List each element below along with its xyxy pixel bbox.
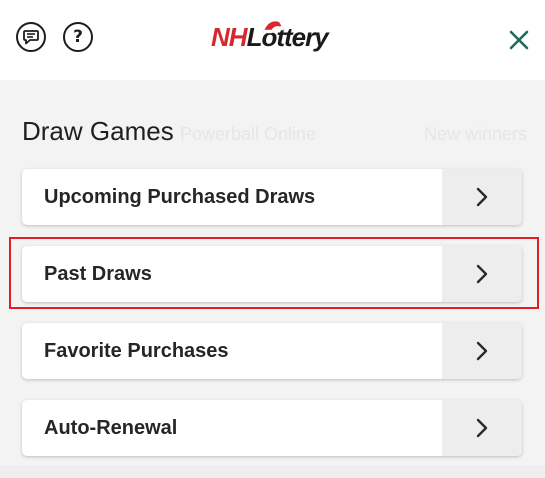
- menu-arrow[interactable]: [442, 323, 522, 379]
- top-bar: ? NHLottery: [0, 0, 545, 80]
- close-icon[interactable]: [506, 27, 532, 53]
- menu-item-favorite-purchases[interactable]: Favorite Purchases: [22, 323, 522, 379]
- background-text-left: Powerball Online: [180, 124, 317, 144]
- chevron-right-icon: [476, 264, 488, 284]
- background-text-right: New winners: [424, 124, 528, 144]
- chevron-right-icon: [476, 341, 488, 361]
- nh-lottery-logo[interactable]: NHLottery: [211, 20, 335, 56]
- help-button[interactable]: ?: [63, 22, 93, 52]
- chat-bubble-icon: [23, 29, 39, 44]
- menu-item-label: Favorite Purchases: [44, 340, 229, 362]
- chevron-right-icon: [476, 187, 488, 207]
- chat-button[interactable]: [16, 22, 46, 52]
- menu-item-upcoming-purchased-draws[interactable]: Upcoming Purchased Draws: [22, 169, 522, 225]
- logo-lottery: Lottery: [246, 22, 329, 52]
- menu-item-past-draws[interactable]: Past Draws: [22, 246, 522, 302]
- menu-item-label: Upcoming Purchased Draws: [44, 186, 316, 208]
- menu-item-label: Auto-Renewal: [44, 417, 178, 439]
- logo-nh: NH: [211, 22, 248, 52]
- menu-item-label: Past Draws: [44, 263, 152, 285]
- menu-arrow[interactable]: [442, 400, 522, 456]
- chevron-right-icon: [476, 418, 488, 438]
- menu-arrow[interactable]: [442, 169, 522, 225]
- menu-arrow[interactable]: [442, 246, 522, 302]
- santa-hat-icon: [262, 21, 285, 34]
- section-title: Draw Games: [22, 116, 174, 146]
- question-mark-icon: ?: [73, 26, 83, 47]
- menu-item-auto-renewal[interactable]: Auto-Renewal: [22, 400, 522, 456]
- bottom-divider: [0, 465, 545, 478]
